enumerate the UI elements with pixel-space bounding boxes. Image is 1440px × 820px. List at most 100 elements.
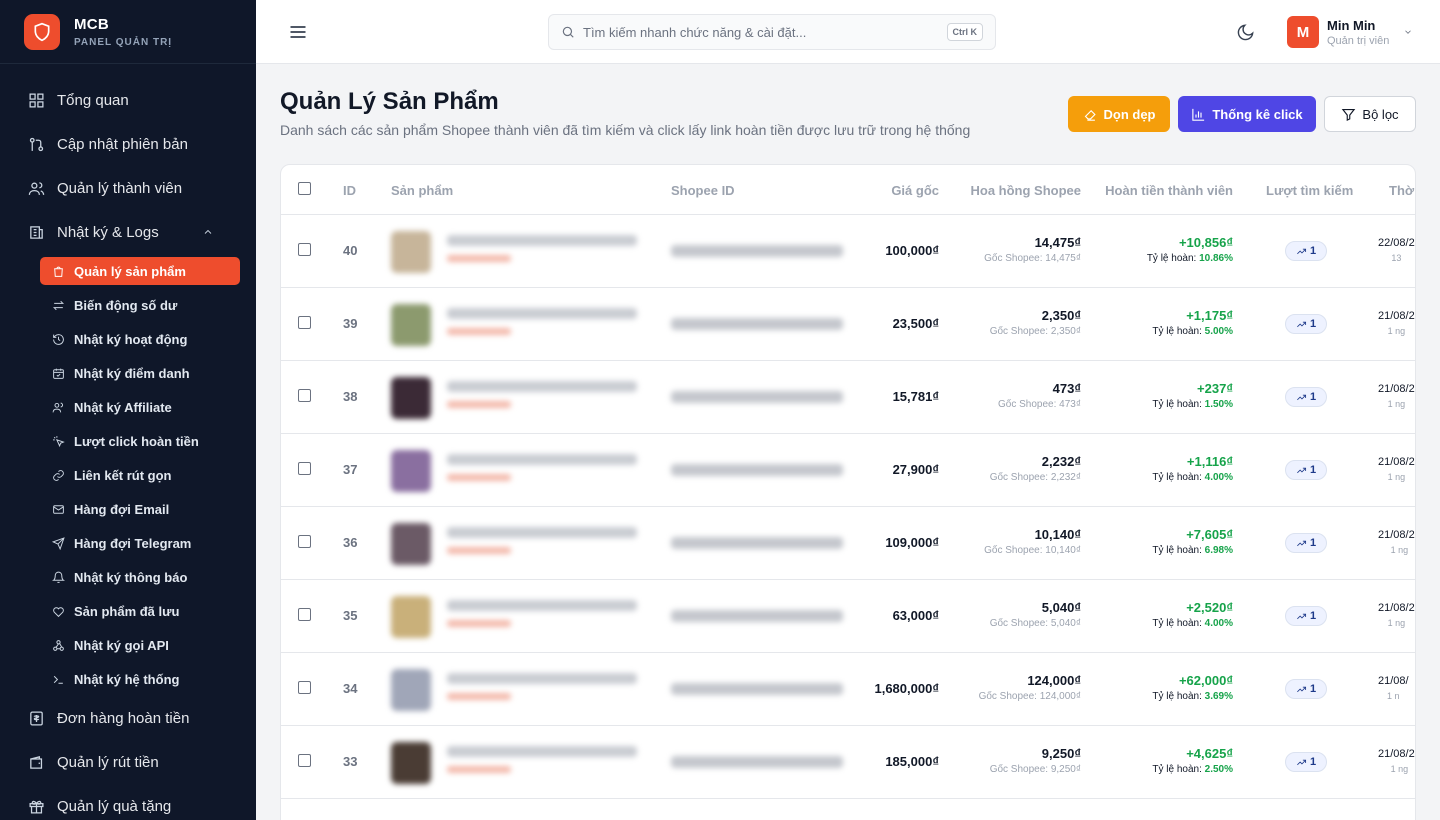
- refund-rate-label: Tỷ lệ hoàn:: [1152, 764, 1205, 775]
- column-header-product[interactable]: Sản phẩm: [391, 183, 453, 198]
- refund-cell: +237₫ Tỷ lệ hoàn: 1.50%: [1152, 381, 1233, 410]
- sidebar-subitem-label: Nhật ký Affiliate: [74, 399, 172, 415]
- sidebar-item-members[interactable]: Quản lý thành viên: [0, 166, 256, 210]
- sidebar-item-refund-orders[interactable]: Đơn hàng hoàn tiền: [0, 696, 256, 740]
- dark-mode-toggle-icon[interactable]: [1236, 23, 1255, 42]
- user-menu[interactable]: M Min Min Quản trị viên: [1287, 16, 1413, 48]
- sidebar-subitem-notifications[interactable]: Nhật ký thông báo: [40, 560, 240, 594]
- sidebar-subitem-api[interactable]: Nhật ký gọi API: [40, 628, 240, 662]
- table-header: ID Sản phẩm Shopee ID Giá gốc Hoa hồng S…: [281, 165, 1415, 215]
- shopee-id-blurred: [671, 464, 843, 476]
- column-header-time[interactable]: Thời: [1389, 183, 1415, 198]
- search-count-badge[interactable]: 1: [1285, 533, 1327, 553]
- hamburger-menu-icon[interactable]: [288, 22, 308, 42]
- product-thumbnail[interactable]: [391, 669, 431, 711]
- product-meta-blurred: [447, 255, 511, 262]
- trending-up-icon: [1297, 467, 1306, 473]
- sidebar-item-withdrawals[interactable]: Quản lý rút tiền: [0, 740, 256, 784]
- row-checkbox[interactable]: [298, 754, 311, 767]
- row-checkbox[interactable]: [298, 535, 311, 548]
- row-id: 39: [343, 316, 358, 331]
- product-meta-blurred: [447, 401, 511, 408]
- refund-rate: Tỷ lệ hoàn: 6.98%: [1152, 545, 1233, 556]
- refund-rate-value: 6.98%: [1204, 545, 1233, 556]
- search-count-badge[interactable]: 1: [1285, 314, 1327, 334]
- sidebar-item-updates[interactable]: Cập nhật phiên bản: [0, 122, 256, 166]
- original-price: 63,000₫: [892, 608, 939, 623]
- sidebar-subitem-saved[interactable]: Sản phẩm đã lưu: [40, 594, 240, 628]
- sidebar-subitem-activity[interactable]: Nhật ký hoạt động: [40, 322, 240, 356]
- table-row[interactable]: 39 23,500₫ 2,350₫ Gốc Shopee: 2,350₫ +1,175₫…: [281, 288, 1415, 361]
- product-meta-blurred: [447, 547, 511, 554]
- table-row[interactable]: 34 1,680,000₫ 124,000₫ Gốc Shopee: 124,000₫…: [281, 653, 1415, 726]
- sidebar-item-overview[interactable]: Tổng quan: [0, 78, 256, 122]
- sidebar-subitem-shortlinks[interactable]: Liên kết rút gọn: [40, 458, 240, 492]
- column-header-shopee-id[interactable]: Shopee ID: [671, 183, 735, 198]
- sidebar-subitem-checkin[interactable]: Nhật ký điểm danh: [40, 356, 240, 390]
- product-thumbnail[interactable]: [391, 304, 431, 346]
- refund-cell: +1,175₫ Tỷ lệ hoàn: 5.00%: [1152, 308, 1233, 337]
- sidebar-subitem-clicks[interactable]: Lượt click hoàn tiền: [40, 424, 240, 458]
- table-row[interactable]: 40 100,000₫ 14,475₫ Gốc Shopee: 14,475₫ +10,…: [281, 215, 1415, 288]
- product-thumbnail[interactable]: [391, 742, 431, 784]
- refund-value: +10,856₫: [1178, 235, 1233, 250]
- row-checkbox[interactable]: [298, 681, 311, 694]
- row-checkbox[interactable]: [298, 316, 311, 329]
- clean-button[interactable]: Dọn dẹp: [1068, 96, 1170, 132]
- product-thumbnail[interactable]: [391, 231, 431, 273]
- column-header-commission[interactable]: Hoa hồng Shopee: [971, 183, 1082, 198]
- product-meta-blurred: [447, 474, 511, 481]
- row-id: 37: [343, 462, 358, 477]
- original-price: 15,781₫: [892, 389, 939, 404]
- commission-value: 2,350₫: [1041, 308, 1081, 323]
- row-id: 34: [343, 681, 358, 696]
- table-row[interactable]: 35 63,000₫ 5,040₫ Gốc Shopee: 5,040₫ +2,520₫…: [281, 580, 1415, 653]
- row-checkbox[interactable]: [298, 608, 311, 621]
- column-header-views[interactable]: Lượt tìm kiếm: [1266, 183, 1353, 198]
- sidebar-subitem-balance[interactable]: Biến động số dư: [40, 288, 240, 322]
- sidebar-subitem-products[interactable]: Quản lý sản phẩm: [40, 257, 240, 285]
- original-price: 185,000₫: [885, 754, 939, 769]
- column-header-refund[interactable]: Hoàn tiền thành viên: [1105, 183, 1233, 198]
- sidebar-item-logs[interactable]: Nhật ký & Logs: [0, 210, 256, 254]
- select-all-checkbox[interactable]: [298, 182, 311, 195]
- row-checkbox[interactable]: [298, 389, 311, 402]
- sidebar-item-gifts[interactable]: Quản lý quà tặng: [0, 784, 256, 820]
- search-count-badge[interactable]: 1: [1285, 752, 1327, 772]
- search-count-badge[interactable]: 1: [1285, 679, 1327, 699]
- product-thumbnail[interactable]: [391, 523, 431, 565]
- search-count-value: 1: [1309, 537, 1317, 549]
- table-row[interactable]: 38 15,781₫ 473₫ Gốc Shopee: 473₫ +237₫ Tỷ lệ …: [281, 361, 1415, 434]
- refund-rate: Tỷ lệ hoàn: 4.00%: [1152, 618, 1233, 629]
- sidebar-subitem-email-queue[interactable]: Hàng đợi Email: [40, 492, 240, 526]
- column-header-id[interactable]: ID: [343, 183, 356, 198]
- trending-up-icon: [1297, 540, 1306, 546]
- column-header-price[interactable]: Giá gốc: [891, 183, 939, 198]
- wallet-icon: [30, 755, 43, 769]
- search-count-badge[interactable]: 1: [1285, 460, 1327, 480]
- search-count-badge[interactable]: 1: [1285, 241, 1327, 261]
- row-checkbox[interactable]: [298, 462, 311, 475]
- search-icon: [562, 26, 574, 38]
- product-thumbnail[interactable]: [391, 450, 431, 492]
- refund-cell: +62,000₫ Tỷ lệ hoàn: 3.69%: [1152, 673, 1233, 702]
- search-input[interactable]: [583, 24, 923, 40]
- sidebar-subitem-affiliate[interactable]: Nhật ký Affiliate: [40, 390, 240, 424]
- sidebar-subitem-system[interactable]: Nhật ký hệ thống: [40, 662, 240, 696]
- refund-cell: +7,605₫ Tỷ lệ hoàn: 6.98%: [1152, 527, 1233, 556]
- product-thumbnail[interactable]: [391, 377, 431, 419]
- search-count-badge[interactable]: 1: [1285, 606, 1327, 626]
- commission-cell: 14,475₫ Gốc Shopee: 14,475₫: [984, 235, 1081, 264]
- search-count-badge[interactable]: 1: [1285, 387, 1327, 407]
- table-row[interactable]: 37 27,900₫ 2,232₫ Gốc Shopee: 2,232₫ +1,116₫…: [281, 434, 1415, 507]
- table-row[interactable]: 36 109,000₫ 10,140₫ Gốc Shopee: 10,140₫ +7,6…: [281, 507, 1415, 580]
- commission-base: Gốc Shopee: 5,040₫: [990, 618, 1081, 629]
- filter-button[interactable]: Bộ lọc: [1324, 96, 1416, 132]
- search-bar[interactable]: Ctrl K: [548, 14, 996, 50]
- row-checkbox[interactable]: [298, 243, 311, 256]
- product-thumbnail[interactable]: [391, 596, 431, 638]
- sidebar-subitem-telegram-queue[interactable]: Hàng đợi Telegram: [40, 526, 240, 560]
- filter-icon: [1342, 108, 1356, 121]
- click-stats-button[interactable]: Thống kê click: [1178, 96, 1316, 132]
- table-row[interactable]: 33 185,000₫ 9,250₫ Gốc Shopee: 9,250₫ +4,625…: [281, 726, 1415, 799]
